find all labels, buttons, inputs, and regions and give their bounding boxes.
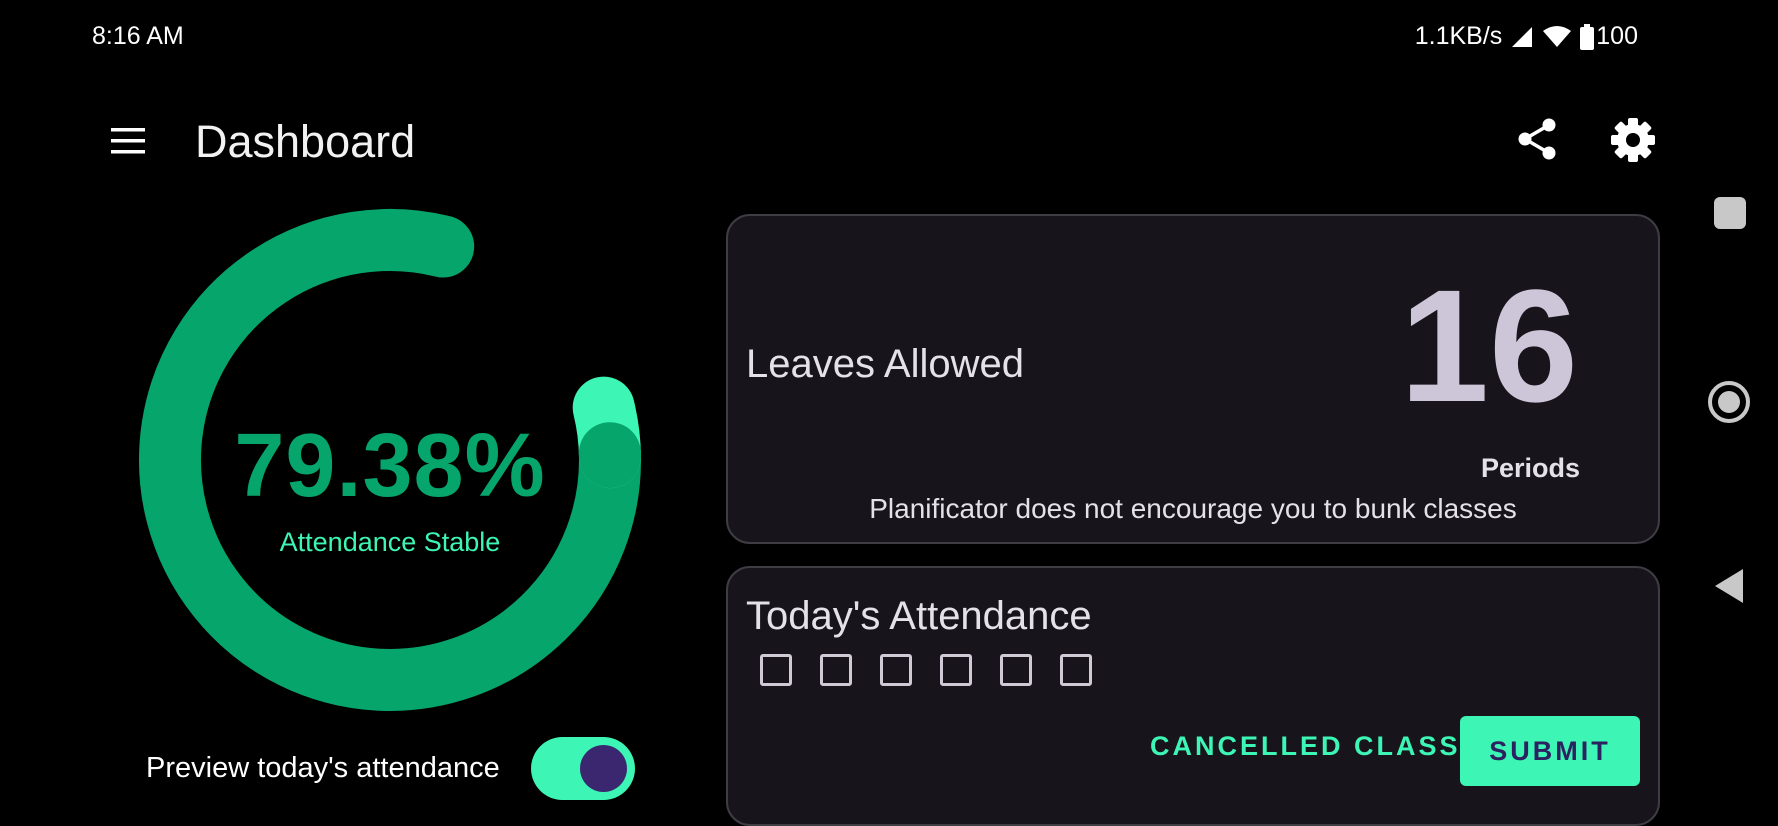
period-checkboxes	[760, 654, 1092, 686]
home-icon[interactable]	[1707, 380, 1751, 424]
status-time: 8:16 AM	[92, 22, 184, 51]
attendance-percentage: 79.38%	[140, 415, 640, 518]
leaves-card: Leaves Allowed 16 Periods Planificator d…	[726, 214, 1660, 544]
wifi-icon	[1542, 25, 1572, 49]
attendance-status: Attendance Stable	[140, 527, 640, 558]
leaves-unit: Periods	[1481, 453, 1580, 484]
gear-icon[interactable]	[1608, 115, 1658, 165]
leaves-count: 16	[1400, 266, 1578, 426]
period-checkbox[interactable]	[760, 654, 792, 686]
period-checkbox[interactable]	[1000, 654, 1032, 686]
network-speed: 1.1KB/s	[1415, 22, 1503, 51]
period-checkbox[interactable]	[940, 654, 972, 686]
preview-label: Preview today's attendance	[146, 752, 500, 785]
submit-button[interactable]: SUBMIT	[1460, 716, 1640, 786]
battery-level: 100	[1596, 22, 1638, 51]
period-checkbox[interactable]	[1060, 654, 1092, 686]
cancelled-class-button[interactable]: CANCELLED CLASS	[1136, 716, 1475, 776]
leaves-title: Leaves Allowed	[746, 342, 1024, 387]
status-indicators: 1.1KB/s 100	[1415, 22, 1638, 51]
today-attendance-card: Today's Attendance CANCELLED CLASS SUBMI…	[726, 566, 1660, 826]
signal-icon	[1510, 25, 1534, 49]
menu-icon[interactable]	[105, 118, 151, 164]
recents-icon[interactable]	[1714, 197, 1746, 229]
battery-icon	[1580, 24, 1594, 50]
period-checkbox[interactable]	[880, 654, 912, 686]
preview-toggle[interactable]	[531, 737, 635, 800]
back-icon[interactable]	[1713, 567, 1745, 605]
leaves-note: Planificator does not encourage you to b…	[728, 493, 1658, 525]
toggle-thumb	[580, 745, 627, 792]
today-attendance-title: Today's Attendance	[746, 594, 1092, 639]
period-checkbox[interactable]	[820, 654, 852, 686]
share-icon[interactable]	[1513, 115, 1561, 163]
page-title: Dashboard	[195, 116, 415, 168]
